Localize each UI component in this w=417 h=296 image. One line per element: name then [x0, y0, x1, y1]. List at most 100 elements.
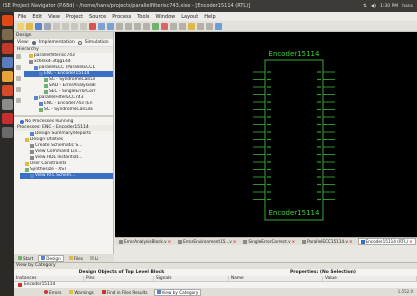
menu-layout[interactable]: Layout — [181, 14, 198, 20]
menu-window[interactable]: Window — [156, 14, 176, 20]
hierarchy-item-icon — [29, 60, 33, 64]
save-all-icon[interactable] — [44, 22, 51, 30]
editor-tab[interactable]: ErrorAnalysisBlock.v × — [117, 238, 173, 245]
editor-tab-label: ErrorAnalysisBlock.v — [124, 239, 167, 244]
implementation-radio[interactable] — [31, 40, 36, 45]
close-tab-icon[interactable]: × — [168, 239, 172, 244]
col-signals[interactable]: Signals — [154, 276, 229, 281]
simulation-radio[interactable] — [77, 40, 82, 45]
zoom-fit-icon[interactable] — [134, 22, 141, 30]
new-icon[interactable] — [17, 22, 24, 30]
hierarchy-item-icon — [34, 96, 38, 100]
ubuntu-one-icon[interactable] — [1, 85, 13, 96]
panel-divider[interactable] — [14, 115, 113, 117]
zoom-in-icon[interactable] — [116, 22, 123, 30]
print-icon[interactable] — [53, 22, 60, 30]
tab-warnings[interactable]: Warnings — [67, 289, 95, 296]
process-item-icon — [30, 132, 34, 136]
system-tray: ⇅ ◀) 1:30 PM hans — [363, 4, 417, 9]
status-text: 1.552.0 — [397, 289, 413, 294]
ise-icon[interactable] — [1, 113, 13, 124]
menu-project[interactable]: Project — [66, 14, 83, 20]
process-item-label: View RTL Schem... — [35, 173, 76, 178]
close-tab-icon[interactable]: × — [233, 239, 237, 244]
highlight-icon[interactable] — [188, 22, 195, 30]
user-name[interactable]: hans — [402, 4, 413, 9]
menu-help[interactable]: Help — [204, 14, 215, 20]
editor-tabs: ErrorAnalysisBlock.v × ErrorEnvironment15.… — [115, 237, 417, 245]
help-icon[interactable] — [215, 22, 222, 30]
editor-tab[interactable]: SingleErrorCorrect.v × — [241, 238, 297, 245]
top-panel: ISE Project Navigator (P.68d) - /home/ha… — [0, 0, 417, 12]
save-icon[interactable] — [35, 22, 42, 30]
copy-icon[interactable] — [71, 22, 78, 30]
schematic-icon[interactable] — [170, 22, 177, 30]
process-item-icon — [30, 174, 34, 178]
col-pins[interactable]: Pins — [84, 276, 154, 281]
rtl-schematic-canvas[interactable]: Encoder15114 Encoder15114 — [115, 32, 417, 237]
cut-icon[interactable] — [62, 22, 69, 30]
menu-file[interactable]: File — [18, 14, 26, 20]
window-title: ISE Project Navigator (P.68d) - /home/ha… — [3, 3, 251, 9]
select-icon[interactable] — [179, 22, 186, 30]
category-icon — [156, 290, 161, 294]
tab-libraries[interactable]: Li — [88, 255, 101, 262]
editor-tab[interactable]: ErrorEnvironment15...v × — [176, 238, 238, 245]
files-icon[interactable] — [1, 29, 13, 40]
menu-process[interactable]: Process — [112, 14, 131, 20]
network-icon[interactable]: ⇅ — [363, 4, 367, 9]
stop-icon[interactable] — [161, 22, 168, 30]
tab-find-results[interactable]: Find in Files Results — [100, 289, 150, 296]
file-icon — [243, 239, 248, 244]
tab-start[interactable]: Start — [16, 255, 35, 262]
editor-tab[interactable]: ParallelECC15114.v × — [300, 238, 354, 245]
tab-design[interactable]: Design — [38, 254, 64, 262]
redo-icon[interactable] — [107, 22, 114, 30]
menu-view[interactable]: View — [48, 14, 60, 20]
encoder-block[interactable] — [264, 59, 324, 221]
hierarchy-item-icon — [39, 102, 43, 106]
run-icon[interactable] — [152, 22, 159, 30]
implementation-label: Implementation — [38, 40, 75, 45]
menu-edit[interactable]: Edit — [32, 14, 42, 20]
menu-tools[interactable]: Tools — [137, 14, 149, 20]
col-instances[interactable]: Instances — [14, 276, 84, 281]
view-selector: View: Implementation Simulation — [14, 39, 113, 47]
settings-icon[interactable] — [1, 99, 13, 110]
zoom-out-icon[interactable] — [125, 22, 132, 30]
tab-files[interactable]: Files — [67, 255, 85, 262]
process-item[interactable]: View RTL Schem... — [20, 173, 113, 179]
software-center-icon[interactable] — [1, 71, 13, 82]
browser-icon[interactable] — [1, 43, 13, 54]
menu-source[interactable]: Source — [89, 14, 106, 20]
design-objects-title: Design Objects of Top Level Block — [78, 270, 165, 275]
delete-icon[interactable] — [89, 22, 96, 30]
close-tab-icon[interactable]: × — [292, 239, 296, 244]
writer-icon[interactable] — [1, 57, 13, 68]
volume-icon[interactable]: ◀) — [371, 4, 376, 9]
start-icon — [18, 256, 22, 260]
workspace-icon[interactable] — [1, 127, 13, 138]
tab-start-label: Start — [23, 255, 34, 261]
tab-libraries-label: Li — [94, 255, 99, 261]
col-name[interactable]: Name — [229, 276, 323, 281]
zoom-area-icon[interactable] — [143, 22, 150, 30]
tab-view-by-category[interactable]: View by Category — [153, 288, 202, 296]
close-tab-icon[interactable]: × — [349, 239, 353, 244]
close-tab-icon[interactable]: × — [409, 239, 413, 244]
dash-icon[interactable] — [1, 15, 13, 26]
tab-errors-label: Errors — [49, 289, 62, 295]
editor-tab[interactable]: Encoder15114 (RTL) × — [357, 238, 416, 245]
open-icon[interactable] — [26, 22, 33, 30]
forward-icon[interactable] — [206, 22, 213, 30]
file-icon — [119, 239, 123, 244]
clock[interactable]: 1:30 PM — [380, 4, 398, 9]
back-icon[interactable] — [197, 22, 204, 30]
block-footer-label: Encoder15114 — [269, 209, 320, 217]
undo-icon[interactable] — [98, 22, 105, 30]
tab-errors[interactable]: Errors — [42, 289, 63, 296]
col-value[interactable]: Value — [323, 276, 417, 281]
hierarchy-item[interactable]: SC - SyndromeCalcula — [24, 107, 113, 113]
design-icon — [41, 256, 46, 260]
paste-icon[interactable] — [80, 22, 87, 30]
